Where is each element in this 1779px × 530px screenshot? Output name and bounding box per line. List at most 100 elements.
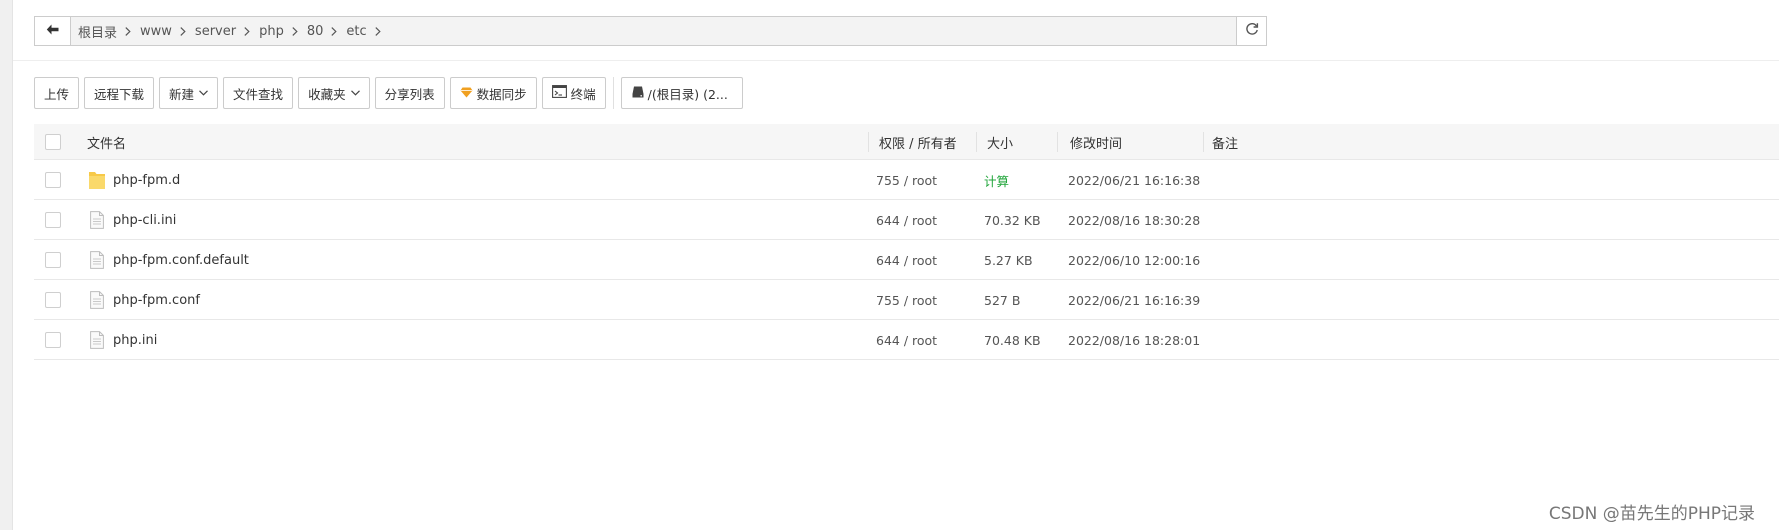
breadcrumb-item[interactable]: php	[259, 24, 307, 39]
chevron-right-icon	[180, 26, 186, 36]
breadcrumb-label: www	[140, 23, 172, 39]
size-calc-link[interactable]: 计算	[984, 160, 1009, 200]
refresh-icon	[1245, 22, 1259, 40]
folder-icon	[87, 170, 107, 190]
perm-owner-cell[interactable]: 755 / root	[876, 280, 937, 320]
column-divider	[1057, 132, 1058, 152]
row-checkbox[interactable]	[45, 252, 61, 268]
row-checkbox[interactable]	[45, 292, 61, 308]
file-name[interactable]: php-cli.ini	[113, 213, 176, 228]
name-cell: php-fpm.conf.default	[87, 240, 249, 280]
arrow-left-icon	[46, 24, 59, 39]
chevron-down-icon	[199, 90, 208, 96]
new-dropdown-button[interactable]: 新建	[159, 77, 219, 109]
size-cell: 527 B	[984, 292, 1021, 308]
mtime-cell: 2022/08/16 18:30:28	[1068, 212, 1201, 228]
name-cell: php-fpm.d	[87, 160, 180, 200]
file-icon	[87, 211, 107, 229]
row-checkbox[interactable]	[45, 332, 61, 348]
disk-icon	[632, 86, 644, 101]
file-search-button[interactable]: 文件查找	[223, 77, 294, 109]
file-name[interactable]: php.ini	[113, 333, 157, 348]
share-list-button[interactable]: 分享列表	[374, 77, 445, 109]
select-all-cell	[45, 124, 61, 160]
favorites-dropdown-button[interactable]: 收藏夹	[298, 77, 370, 109]
breadcrumb-item[interactable]: 根目录	[78, 22, 140, 41]
disk-button[interactable]: /(根目录) (2...	[620, 77, 743, 109]
mtime-cell: 2022/06/21 16:16:39	[1068, 292, 1201, 308]
header-name[interactable]: 文件名	[87, 124, 126, 160]
terminal-icon	[551, 85, 567, 101]
chevron-right-icon	[125, 26, 131, 36]
row-select-cell	[45, 320, 61, 360]
path-bar: 根目录 www server php 80 etc	[34, 16, 1267, 46]
row-select-cell	[45, 200, 61, 240]
breadcrumb-label: 根目录	[78, 25, 118, 41]
column-divider	[868, 132, 869, 152]
chevron-right-icon	[292, 26, 298, 36]
file-name[interactable]: php-fpm.d	[113, 173, 180, 188]
refresh-button[interactable]	[1236, 17, 1266, 45]
file-icon	[87, 251, 107, 269]
header-note: 备注	[1212, 136, 1239, 152]
perm-owner-cell[interactable]: 644 / root	[876, 320, 937, 360]
table-header: 文件名 权限 / 所有者 大小 修改时间 备注	[34, 124, 1779, 160]
file-name[interactable]: php-fpm.conf	[113, 293, 200, 308]
file-table: 文件名 权限 / 所有者 大小 修改时间 备注 php-fpm.d 755 / r…	[34, 124, 1779, 360]
toolbar: 上传 远程下载 新建 文件查找 收藏夹 分享列表 数据同步 终端 /(根目录) …	[34, 77, 743, 109]
remote-download-button[interactable]: 远程下载	[84, 77, 155, 109]
file-manager-panel: 根目录 www server php 80 etc 上传 远程下载 新建 文件查找 收藏夹…	[12, 0, 1779, 530]
terminal-button[interactable]: 终端	[541, 77, 606, 109]
row-checkbox[interactable]	[45, 212, 61, 228]
header-mtime[interactable]: 修改时间	[1070, 124, 1122, 160]
mtime-cell: 2022/06/21 16:16:38	[1068, 172, 1201, 188]
row-select-cell	[45, 240, 61, 280]
back-button[interactable]	[35, 17, 71, 45]
mtime-cell: 2022/06/10 12:00:16	[1068, 252, 1201, 268]
breadcrumb: 根目录 www server php 80 etc	[71, 17, 1236, 45]
header-perm-owner[interactable]: 权限 / 所有者	[879, 124, 957, 160]
name-cell: php-fpm.conf	[87, 280, 200, 320]
watermark: CSDN @苗先生的PHP记录	[1548, 504, 1755, 524]
row-select-cell	[45, 160, 61, 200]
perm-owner-cell[interactable]: 644 / root	[876, 200, 937, 240]
table-row[interactable]: php.ini 644 / root 70.48 KB 2022/08/16 18:2…	[34, 320, 1779, 360]
diamond-icon	[460, 86, 473, 101]
select-all-checkbox[interactable]	[45, 134, 61, 150]
file-name[interactable]: php-fpm.conf.default	[113, 253, 249, 268]
mtime-cell: 2022/08/16 18:28:01	[1068, 332, 1201, 348]
chevron-down-icon	[350, 90, 360, 96]
perm-owner-cell[interactable]: 644 / root	[876, 240, 937, 280]
data-sync-button[interactable]: 数据同步	[449, 77, 537, 109]
breadcrumb-label: 80	[306, 23, 324, 39]
column-divider	[1203, 132, 1204, 152]
row-select-cell	[45, 280, 61, 320]
breadcrumb-label: server	[194, 23, 237, 39]
size-cell: 5.27 KB	[984, 252, 1033, 268]
name-cell: php.ini	[87, 320, 157, 360]
table-row[interactable]: php-fpm.d 755 / root 计算 2022/06/21 16:16:38	[34, 160, 1779, 200]
toolbar-separator	[612, 77, 614, 109]
breadcrumb-item[interactable]: www	[140, 24, 195, 39]
breadcrumb-label: etc	[346, 23, 367, 39]
breadcrumb-item[interactable]: etc	[346, 24, 389, 39]
table-row[interactable]: php-cli.ini 644 / root 70.32 KB 2022/08/16 …	[34, 200, 1779, 240]
table-row[interactable]: php-fpm.conf 755 / root 527 B 2022/06/21 16…	[34, 280, 1779, 320]
size-cell: 70.32 KB	[984, 212, 1041, 228]
file-icon	[87, 331, 107, 349]
row-checkbox[interactable]	[45, 172, 61, 188]
file-icon	[87, 291, 107, 309]
header-size[interactable]: 大小	[987, 124, 1013, 160]
perm-owner-cell[interactable]: 755 / root	[876, 160, 937, 200]
breadcrumb-item[interactable]: 80	[307, 24, 347, 39]
column-divider	[976, 132, 977, 152]
upload-button[interactable]: 上传	[34, 77, 80, 109]
breadcrumb-label: php	[259, 23, 284, 39]
table-body: php-fpm.d 755 / root 计算 2022/06/21 16:16:38…	[34, 160, 1779, 360]
header-divider	[13, 60, 1779, 61]
size-cell: 70.48 KB	[984, 332, 1041, 348]
chevron-right-icon	[244, 26, 250, 36]
breadcrumb-item[interactable]: server	[195, 24, 259, 39]
table-row[interactable]: php-fpm.conf.default 644 / root 5.27 KB 202…	[34, 240, 1779, 280]
name-cell: php-cli.ini	[87, 200, 176, 240]
